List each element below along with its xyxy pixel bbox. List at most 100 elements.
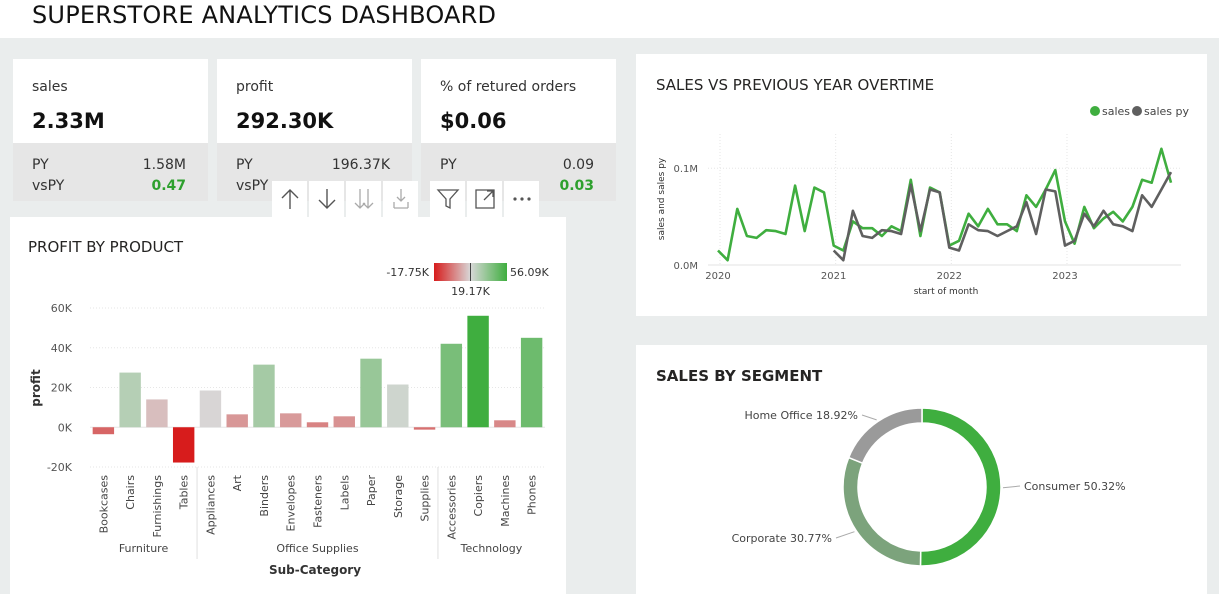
filter-button[interactable] [430,181,465,217]
x-tick-label: Binders [258,475,271,517]
legend-swatch-sales-py [1132,106,1142,116]
x-tick-label: Art [231,474,244,491]
x-tick-label: Phones [526,475,539,515]
sales-line-chart: 0.0M 0.1M 2020 2021 2022 2023 sales and sales … [657,105,1190,297]
bar-chairs [119,372,141,428]
expand-hierarchy-icon [392,189,409,209]
legend-label-sales-py: sales py [1144,105,1190,118]
leader-line [1002,485,1021,489]
arrow-down-icon [318,189,335,209]
kpi-vspy-value: 0.47 [151,178,186,194]
segment-donut-chart: Consumer 50.32% Corporate 30.77% Home Offi… [732,407,1126,567]
drill-up-button[interactable] [272,181,307,217]
slice-corporate [842,456,922,567]
x-tick-label: Storage [392,475,405,518]
series-line-sales [717,147,1173,262]
bar-copiers [467,315,489,428]
focus-mode-button[interactable] [467,181,502,217]
drill-down-button[interactable] [309,181,344,217]
x-tick-label: Copiers [472,475,485,517]
kpi-py-label: PY [440,157,457,173]
more-options-icon [512,197,531,201]
x-tick-label: Accessories [445,475,458,540]
legend-min-label: -17.75K [386,266,429,279]
bar-phones [520,337,543,428]
legend-max-label: 56.09K [510,266,549,279]
kpi-label: sales [32,79,68,95]
dashboard-header: SUPERSTORE ANALYTICS DASHBOARD [0,0,1219,38]
y-tick-label: 0.0M [673,261,698,272]
dashboard-title: SUPERSTORE ANALYTICS DASHBOARD [32,1,497,29]
x-tick-label: Labels [338,475,351,511]
bar-binders [253,364,275,428]
kpi-py-label: PY [236,157,253,173]
arrow-up-icon [281,189,298,209]
x-tick-label: 2020 [705,271,730,282]
kpi-card-sales[interactable]: sales 2.33M PY 1.58M vsPY 0.47 [13,59,208,201]
x-tick-label: Chairs [124,475,137,510]
y-tick-label: 60K [51,302,73,315]
x-tick-label: Tables [178,475,191,510]
kpi-footer: PY 1.58M vsPY 0.47 [13,143,208,201]
x-axis-label: Sub-Category [269,563,361,577]
bar-envelopes [280,413,302,428]
kpi-py-label: PY [32,157,49,173]
kpi-py-value: 0.09 [562,157,594,173]
group-label: Office Supplies [276,542,358,555]
bar-supplies [413,427,436,430]
x-tick-label: 2021 [821,271,846,282]
group-label: Technology [460,542,523,555]
y-tick-label: 0K [58,421,73,434]
kpi-label: profit [236,79,274,95]
kpi-card-profit[interactable]: profit 292.30K PY 196.37K vsPY [217,59,412,201]
bar-paper [360,358,382,428]
y-axis-label: profit [29,369,43,407]
group-label: Furniture [119,542,169,555]
y-tick-label: 40K [51,342,73,355]
double-arrow-down-icon [354,189,373,209]
kpi-label: % of retured orders [440,79,577,95]
bar-machines [494,420,516,428]
bar-furnishings [146,399,168,428]
bar-storage [387,384,409,428]
more-options-button[interactable] [504,181,539,217]
legend-swatch-sales [1090,106,1100,116]
kpi-py-value: 196.37K [331,157,390,173]
legend-label-sales: sales [1102,105,1130,118]
kpi-value: 2.33M [32,109,105,133]
slice-label: Corporate 30.77% [732,532,832,545]
slice-consumer [919,407,1002,567]
x-tick-label: Envelopes [285,475,298,532]
slice-home-office [847,407,923,465]
x-tick-label: Supplies [419,475,432,522]
next-level-button[interactable] [346,181,381,217]
kpi-value: 292.30K [236,109,334,133]
y-tick-label: 20K [51,382,73,395]
bar-accessories [440,343,463,428]
focus-mode-icon [474,189,495,209]
x-tick-label: 2022 [937,271,962,282]
x-axis-label: start of month [914,287,979,297]
bar-appliances [199,390,222,428]
x-tick-label: Bookcases [97,475,110,534]
kpi-vspy-label: vsPY [236,178,269,194]
x-tick-label: Furnishings [151,475,164,538]
expand-hierarchy-button[interactable] [383,181,418,217]
leader-line [861,414,877,421]
kpi-vspy-label: vsPY [32,178,65,194]
slice-label: Home Office 18.92% [744,409,858,422]
legend-mid-label: 19.17K [451,285,490,298]
x-tick-label: Appliances [204,475,217,535]
x-tick-label: Machines [499,475,512,527]
bar-bookcases [92,427,115,435]
kpi-card-returned-orders[interactable]: % of retured orders $0.06 PY0.09 vs0.03 [421,59,616,201]
leader-line [835,531,855,539]
visual-header-toolbar [272,181,566,217]
filter-icon [436,189,459,210]
bar-tables [172,427,195,463]
x-tick-label: 2023 [1052,271,1077,282]
kpi-py-value: 1.58M [142,157,186,173]
y-tick-label: 0.1M [673,164,698,175]
slice-label: Consumer 50.32% [1024,480,1126,493]
y-axis-label: sales and sales py [657,157,667,240]
